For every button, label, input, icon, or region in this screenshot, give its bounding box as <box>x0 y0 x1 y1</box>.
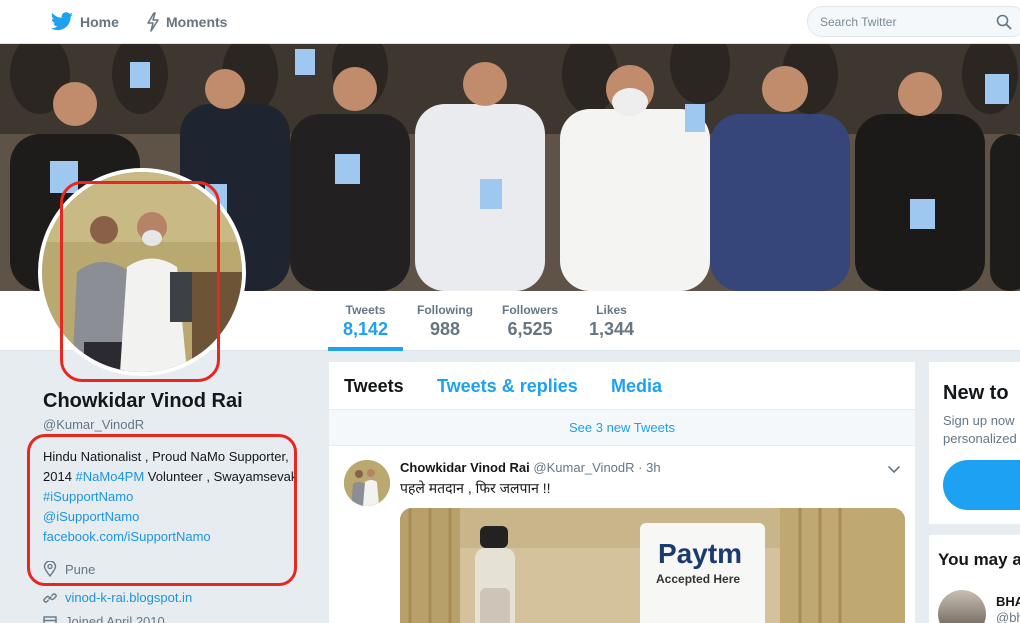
signup-title: New to <box>943 382 1009 404</box>
profile-location: Pune <box>43 561 95 577</box>
who-to-follow-panel: You may a BHA @bh <box>929 535 1020 623</box>
search-input[interactable] <box>820 14 990 29</box>
lightning-icon <box>147 12 159 32</box>
profile-joined: Joined April 2010 <box>43 614 165 623</box>
stat-tweets-label: Tweets <box>345 303 386 317</box>
stat-following[interactable]: Following 988 <box>417 303 473 340</box>
tweet-photo <box>400 508 905 623</box>
tweet-text: पहले मतदान , फिर जलपान !! <box>400 480 551 496</box>
stat-tweets[interactable]: Tweets 8,142 <box>343 303 388 340</box>
stat-following-value: 988 <box>429 319 461 339</box>
website-link[interactable]: vinod-k-rai.blogspot.in <box>65 590 192 605</box>
stat-likes-value: 1,344 <box>589 319 635 339</box>
link-icon <box>43 592 57 603</box>
suggested-user-name[interactable]: BHA <box>996 594 1020 609</box>
tab-tweets-replies[interactable]: Tweets & replies <box>437 376 578 397</box>
active-tab-underline <box>328 347 403 351</box>
tweet-timestamp[interactable]: · 3h <box>638 460 660 475</box>
stat-likes[interactable]: Likes 1,344 <box>589 303 634 340</box>
stat-tweets-value: 8,142 <box>343 319 389 339</box>
tweet-author-handle[interactable]: @Kumar_VinodR <box>533 460 634 475</box>
twitter-bird-icon <box>50 12 73 31</box>
nav-moments[interactable]: Moments <box>146 0 227 44</box>
stat-likes-label: Likes <box>596 303 627 317</box>
tweet-item[interactable]: Chowkidar Vinod Rai @Kumar_VinodR · 3h प… <box>329 446 915 623</box>
stat-followers-label: Followers <box>502 303 559 317</box>
signup-button[interactable] <box>943 460 1020 510</box>
search-icon[interactable] <box>996 14 1012 30</box>
nav-moments-label: Moments <box>166 14 228 30</box>
signup-panel: New to Sign up now personalized <box>929 362 1020 524</box>
tab-tweets[interactable]: Tweets <box>344 376 404 397</box>
calendar-icon <box>43 615 57 623</box>
highlight-box-avatar <box>60 181 220 382</box>
profile-website[interactable]: vinod-k-rai.blogspot.in <box>43 590 192 605</box>
stat-followers[interactable]: Followers 6,525 <box>502 303 558 340</box>
see-new-tweets-bar[interactable]: See 3 new Tweets <box>329 410 915 446</box>
paytm-accepted-text: Accepted Here <box>656 572 741 586</box>
profile-name[interactable]: Chowkidar Vinod Rai <box>43 390 243 413</box>
profile-handle[interactable]: @Kumar_VinodR <box>43 417 144 432</box>
suggested-user-avatar[interactable] <box>938 590 986 623</box>
top-navigation-bar: Home Moments <box>0 0 1020 44</box>
chevron-down-icon[interactable] <box>887 464 901 474</box>
nav-home[interactable]: Home <box>50 0 119 44</box>
signup-line-2: personalized <box>943 431 1017 446</box>
tweet-author-name[interactable]: Chowkidar Vinod Rai <box>400 460 530 475</box>
signup-description: Sign up now personalized <box>943 412 1017 448</box>
tab-media[interactable]: Media <box>611 376 662 397</box>
tweet-media-image[interactable]: Paytm Accepted Here <box>400 508 905 623</box>
signup-line-1: Sign up now <box>943 413 1015 428</box>
paytm-logo-text: Paytm <box>658 538 743 569</box>
suggested-user-handle[interactable]: @bh <box>996 610 1020 623</box>
timeline: Tweets Tweets & replies Media See 3 new … <box>329 362 915 623</box>
timeline-tabs: Tweets Tweets & replies Media <box>329 362 915 410</box>
location-pin-icon <box>43 561 57 577</box>
location-text: Pune <box>65 561 96 577</box>
stat-followers-value: 6,525 <box>507 319 553 339</box>
tweet-header: Chowkidar Vinod Rai @Kumar_VinodR · 3h <box>400 460 661 475</box>
tweet-author-avatar[interactable] <box>344 460 390 506</box>
joined-text: Joined April 2010 <box>65 614 165 623</box>
stat-following-label: Following <box>417 303 473 317</box>
who-to-follow-title: You may a <box>938 550 1020 569</box>
search-box[interactable] <box>807 6 1020 37</box>
nav-home-label: Home <box>80 14 119 30</box>
